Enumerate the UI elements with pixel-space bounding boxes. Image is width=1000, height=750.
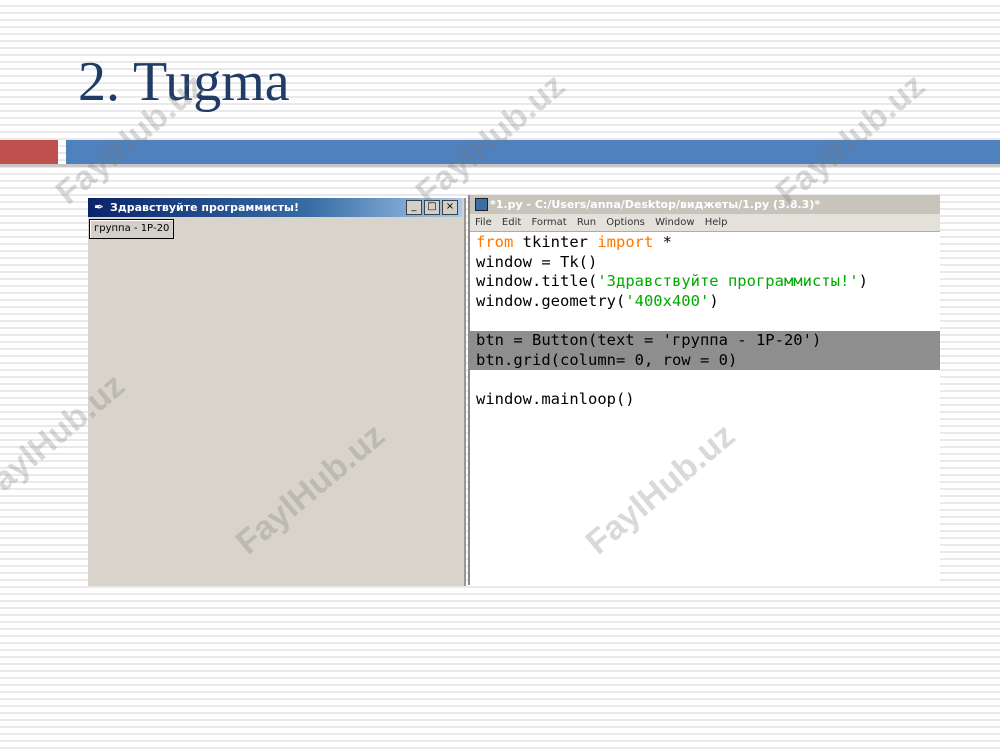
menu-edit[interactable]: Edit: [502, 217, 521, 228]
python-file-icon: [475, 198, 488, 211]
menu-help[interactable]: Help: [705, 217, 728, 228]
code-line: window = Tk(): [476, 252, 598, 271]
idle-titlebar[interactable]: *1.py - C:/Users/anna/Desktop/виджеты/1.…: [470, 195, 940, 214]
code-line: from tkinter import *: [476, 233, 672, 251]
group-button[interactable]: группа - 1Р-20: [89, 219, 175, 239]
code-line: window.title('Здравствуйте программисты!…: [476, 272, 868, 291]
code-line: btn.grid(column= 0, row = 0): [470, 350, 940, 371]
idle-window: *1.py - C:/Users/anna/Desktop/виджеты/1.…: [468, 195, 940, 585]
menu-file[interactable]: File: [475, 217, 492, 228]
menu-window[interactable]: Window: [655, 217, 694, 228]
code-line: btn = Button(text = 'группа - 1Р-20'): [470, 330, 940, 351]
tk-titlebar[interactable]: ✒ Здравствуйте программисты! _ □ ×: [88, 198, 462, 217]
code-line: window.geometry('400x400'): [476, 291, 719, 310]
idle-window-title: *1.py - C:/Users/anna/Desktop/виджеты/1.…: [490, 198, 821, 211]
menu-run[interactable]: Run: [577, 217, 596, 228]
code-editor[interactable]: from tkinter import * window = Tk() wind…: [470, 233, 940, 409]
menu-options[interactable]: Options: [606, 217, 645, 228]
tk-feather-icon: ✒: [94, 200, 105, 214]
tk-window-title: Здравствуйте программисты!: [110, 201, 299, 214]
menu-format[interactable]: Format: [531, 217, 566, 228]
idle-menubar: File Edit Format Run Options Window Help: [470, 214, 940, 232]
minimize-button[interactable]: _: [406, 200, 422, 215]
code-line: window.mainloop(): [476, 389, 635, 408]
accent-bar-red: [0, 140, 58, 164]
